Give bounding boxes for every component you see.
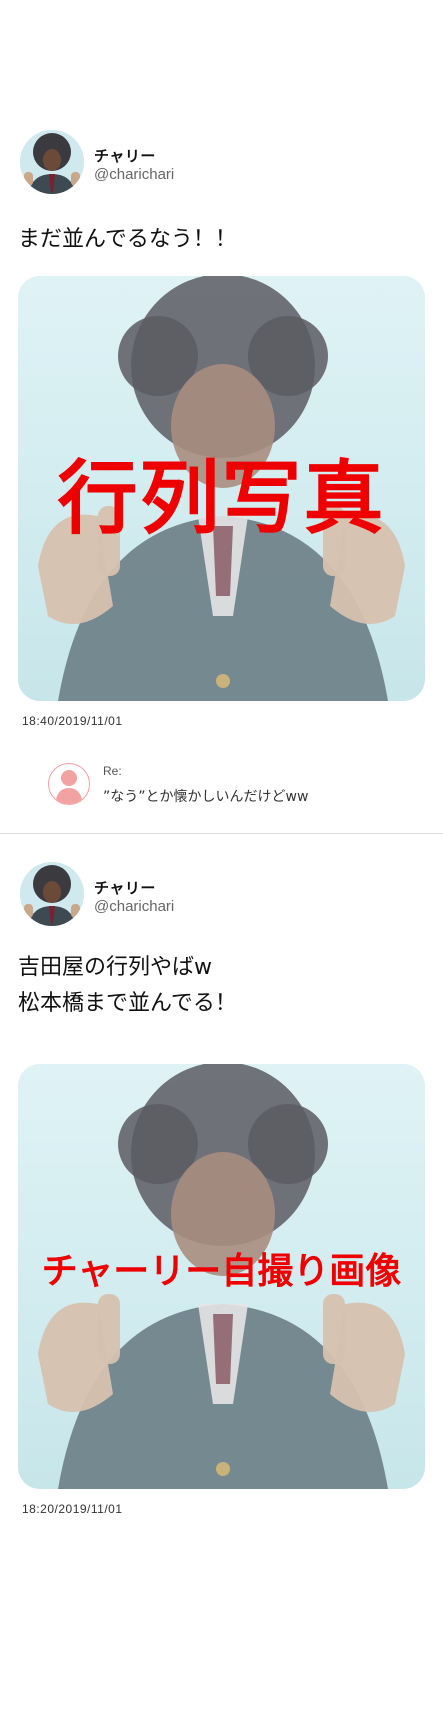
post-divider	[0, 833, 443, 834]
avatar[interactable]	[20, 130, 84, 194]
user-handle[interactable]: @charichari	[94, 898, 174, 915]
user-name[interactable]: チャリー	[94, 877, 156, 898]
avatar[interactable]	[20, 862, 84, 926]
reply-label: Re:	[103, 764, 122, 778]
post-timestamp: 18:20/2019/11/01	[22, 1502, 123, 1516]
photo-overlay-text: チャーリー自撮り画像	[41, 1251, 402, 1292]
feed-page: チャリー @charichari まだ並んでるなう！！ 行列写真 18:40/2…	[0, 0, 443, 1720]
avatar-photo-icon	[20, 130, 84, 194]
reply-text: ”なう”とか懐かしいんだけどww	[103, 789, 309, 805]
post-author-row[interactable]: チャリー @charichari	[20, 862, 420, 928]
user-placeholder-icon	[55, 770, 83, 804]
reply-item[interactable]: Re: ”なう”とか懐かしいんだけどww	[48, 762, 428, 812]
reply-avatar[interactable]	[48, 763, 90, 805]
post-text: 吉田屋の行列やばw 松本橋まで並んでる！	[18, 955, 237, 1016]
user-name[interactable]: チャリー	[94, 145, 156, 166]
post-photo[interactable]: 行列写真	[18, 276, 425, 701]
photo-overlay-text: 行列写真	[57, 452, 386, 545]
avatar-photo-icon	[20, 862, 84, 926]
post-photo[interactable]: チャーリー自撮り画像	[18, 1064, 425, 1489]
post-text: まだ並んでるなう！！	[18, 227, 237, 252]
user-handle[interactable]: @charichari	[94, 166, 174, 183]
post-author-row[interactable]: チャリー @charichari	[20, 130, 420, 196]
post-timestamp: 18:40/2019/11/01	[22, 714, 123, 728]
